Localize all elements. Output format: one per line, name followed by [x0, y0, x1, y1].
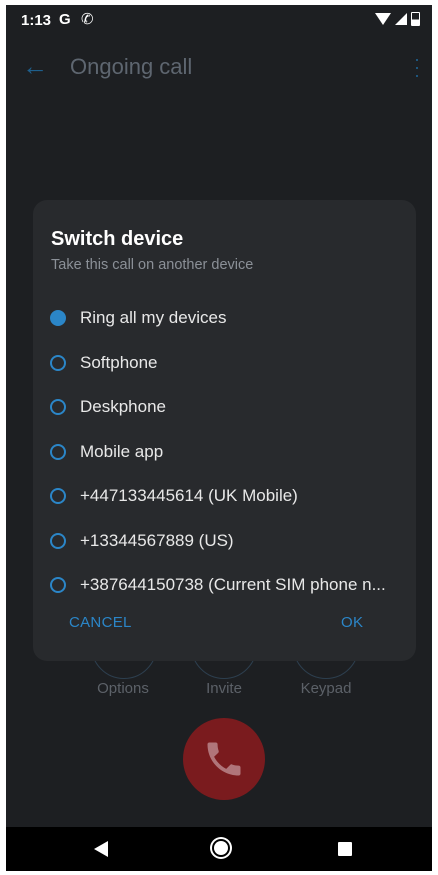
status-bar: 1:13 G ✆ [6, 5, 432, 35]
invite-label: Invite [206, 680, 242, 697]
option-uk-mobile[interactable]: +447133445614 (UK Mobile) [50, 476, 405, 516]
page-title: Ongoing call [70, 54, 193, 79]
battery-icon [411, 12, 420, 26]
radio-checked-icon[interactable] [50, 310, 66, 326]
option-mobile-app[interactable]: Mobile app [50, 432, 405, 472]
option-deskphone[interactable]: Deskphone [50, 387, 405, 427]
nav-home-icon[interactable] [214, 841, 228, 855]
status-icons [375, 12, 420, 26]
phone-hangup-icon [207, 742, 241, 776]
radio-icon[interactable] [50, 533, 66, 549]
nav-back-icon[interactable] [94, 841, 108, 857]
wifi-icon [375, 13, 391, 25]
radio-icon[interactable] [50, 444, 66, 460]
option-label: +447133445614 (UK Mobile) [80, 486, 298, 505]
option-current-sim[interactable]: +387644150738 (Current SIM phone n... [50, 565, 405, 605]
radio-icon[interactable] [50, 488, 66, 504]
radio-icon[interactable] [50, 577, 66, 593]
phone-screen: 1:13 G ✆ ← Ongoing call · · · Options Invi… [6, 5, 432, 871]
back-arrow-icon[interactable]: ← [22, 51, 48, 82]
option-us[interactable]: +13344567889 (US) [50, 521, 405, 561]
nav-recents-icon[interactable] [338, 842, 352, 856]
navigation-bar [6, 827, 432, 871]
hangup-button[interactable] [183, 718, 265, 800]
option-label: Mobile app [80, 442, 164, 461]
dialog-title: Switch device [51, 228, 184, 250]
option-softphone[interactable]: Softphone [50, 343, 405, 383]
cancel-button[interactable]: CANCEL [69, 614, 132, 631]
signal-icon [395, 13, 407, 25]
option-ring-all-devices[interactable]: Ring all my devices [50, 298, 405, 338]
option-label: Softphone [80, 353, 158, 372]
more-vertical-icon[interactable]: · · · [414, 50, 420, 84]
google-icon: G [59, 11, 71, 28]
radio-icon[interactable] [50, 399, 66, 415]
option-label: +387644150738 (Current SIM phone n... [80, 575, 386, 594]
dialog-subtitle: Take this call on another device [51, 257, 254, 273]
ok-button[interactable]: OK [341, 614, 363, 631]
status-time: 1:13 [21, 12, 52, 29]
option-label: Ring all my devices [80, 308, 227, 327]
options-label: Options [97, 680, 149, 697]
switch-device-dialog: Switch device Take this call on another … [33, 200, 416, 661]
call-icon: ✆ [81, 11, 94, 28]
option-label: Deskphone [80, 397, 167, 416]
radio-icon[interactable] [50, 355, 66, 371]
app-bar: ← Ongoing call · · · [6, 43, 432, 93]
option-label: +13344567889 (US) [80, 531, 234, 550]
keypad-label: Keypad [300, 680, 352, 697]
